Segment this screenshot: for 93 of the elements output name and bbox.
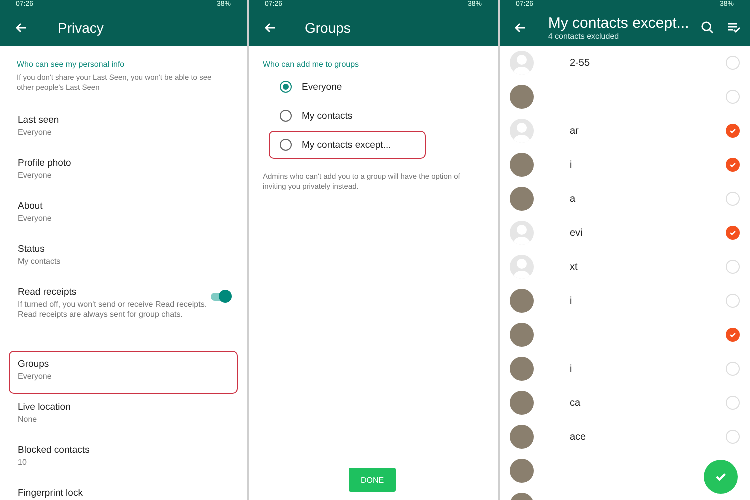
settings-item[interactable]: Fingerprint lock bbox=[9, 480, 238, 500]
select-checkbox[interactable] bbox=[726, 158, 740, 172]
setting-label: About bbox=[18, 201, 44, 212]
contact-name: evi bbox=[570, 228, 584, 238]
photo-placeholder bbox=[510, 323, 534, 347]
select-checkbox[interactable] bbox=[726, 260, 740, 274]
settings-item[interactable]: About Everyone bbox=[9, 193, 238, 236]
select-checkbox[interactable] bbox=[726, 328, 740, 342]
setting-value: If turned off, you won't send or receive Read receipts. Read receipts are always sent for group chats. bbox=[18, 300, 208, 320]
contact-row[interactable]: a bbox=[500, 182, 750, 216]
setting-label: Last seen bbox=[18, 115, 60, 126]
settings-item[interactable]: Status My contacts bbox=[9, 236, 238, 279]
select-checkbox[interactable] bbox=[726, 226, 740, 240]
avatar-icon bbox=[510, 221, 534, 245]
select-checkbox[interactable] bbox=[726, 396, 740, 410]
setting-label: Blocked contacts bbox=[18, 445, 90, 456]
photo-placeholder bbox=[510, 391, 534, 415]
check-icon bbox=[729, 127, 737, 135]
contact-name: 2-55 bbox=[570, 58, 592, 68]
setting-label: Profile photo bbox=[18, 158, 72, 169]
screen-title: My contacts except... bbox=[548, 14, 690, 32]
radio-option[interactable]: Everyone bbox=[269, 73, 426, 101]
section-title: Who can add me to groups bbox=[263, 60, 360, 69]
settings-item[interactable]: Last seen Everyone bbox=[9, 107, 238, 150]
settings-item[interactable]: Live location None bbox=[9, 394, 238, 437]
photo-placeholder bbox=[510, 187, 534, 211]
contact-row[interactable]: ar bbox=[500, 114, 750, 148]
setting-label: Fingerprint lock bbox=[18, 488, 83, 499]
select-checkbox[interactable] bbox=[726, 192, 740, 206]
setting-value: 10 bbox=[18, 458, 28, 468]
contact-row[interactable]: ca bbox=[500, 386, 750, 420]
radio-button[interactable] bbox=[280, 139, 292, 151]
select-checkbox[interactable] bbox=[726, 56, 740, 70]
confirm-button[interactable] bbox=[704, 460, 738, 494]
contact-name: i bbox=[570, 296, 574, 306]
avatar-icon bbox=[510, 119, 534, 143]
settings-item[interactable]: Blocked contacts 10 bbox=[9, 437, 238, 480]
photo-placeholder bbox=[510, 357, 534, 381]
check-icon bbox=[729, 161, 737, 169]
contact-row[interactable]: xt bbox=[500, 250, 750, 284]
screen-title: Privacy bbox=[58, 20, 105, 36]
contact-row[interactable]: i bbox=[500, 148, 750, 182]
photo-placeholder bbox=[510, 289, 534, 313]
contact-row[interactable]: evi bbox=[500, 216, 750, 250]
toggle-switch[interactable] bbox=[211, 293, 229, 301]
contact-name: ca bbox=[570, 398, 582, 408]
radio-button[interactable] bbox=[280, 81, 292, 93]
contact-name: ar bbox=[570, 126, 580, 136]
radio-option[interactable]: My contacts except... bbox=[269, 131, 426, 159]
setting-value: My contacts bbox=[18, 257, 61, 267]
select-checkbox[interactable] bbox=[726, 90, 740, 104]
contact-row[interactable]: i bbox=[500, 352, 750, 386]
photo-placeholder bbox=[510, 459, 534, 483]
excluded-count: 4 contacts excluded bbox=[548, 32, 620, 40]
setting-label: Groups bbox=[18, 359, 50, 370]
radio-button[interactable] bbox=[280, 110, 292, 122]
contact-row[interactable]: 2-55 bbox=[500, 46, 750, 80]
contact-name: i bbox=[570, 160, 574, 170]
contact-name: i bbox=[570, 364, 574, 374]
setting-value: Everyone bbox=[18, 214, 52, 224]
contact-row[interactable]: ace bbox=[500, 420, 750, 454]
contact-name: a bbox=[570, 194, 577, 204]
select-checkbox[interactable] bbox=[726, 430, 740, 444]
setting-value: Everyone bbox=[18, 128, 53, 138]
contact-row[interactable]: i bbox=[500, 284, 750, 318]
setting-value: Everyone bbox=[18, 372, 52, 382]
contact-name: ace bbox=[570, 432, 588, 442]
setting-label: Status bbox=[18, 244, 46, 255]
setting-value: None bbox=[18, 415, 38, 425]
select-checkbox[interactable] bbox=[726, 124, 740, 138]
select-checkbox[interactable] bbox=[726, 362, 740, 376]
photo-placeholder bbox=[510, 425, 534, 449]
photo-placeholder bbox=[510, 85, 534, 109]
contact-name: xt bbox=[570, 262, 579, 272]
search-icon[interactable] bbox=[699, 18, 716, 36]
section-title: Who can see my personal info bbox=[17, 60, 126, 69]
screen-title: Groups bbox=[305, 20, 352, 36]
photo-placeholder bbox=[510, 153, 534, 177]
avatar-icon bbox=[510, 51, 534, 75]
settings-item[interactable]: Read receipts If turned off, you won't send or receive Read receipts. Read receipts are always sent for group chats. bbox=[9, 279, 238, 351]
settings-item[interactable]: Groups Everyone bbox=[9, 351, 238, 394]
option-label: Everyone bbox=[302, 82, 342, 92]
select-checkbox[interactable] bbox=[726, 294, 740, 308]
setting-value: Everyone bbox=[18, 171, 53, 181]
option-label: My contacts bbox=[302, 110, 353, 122]
check-icon bbox=[729, 331, 737, 339]
option-label: My contacts except... bbox=[302, 140, 392, 150]
radio-option[interactable]: My contacts bbox=[269, 102, 426, 130]
settings-item[interactable]: Profile photo Everyone bbox=[9, 150, 238, 193]
setting-label: Read receipts bbox=[18, 287, 78, 298]
check-icon bbox=[729, 229, 737, 237]
avatar-icon bbox=[510, 255, 534, 279]
setting-label: Live location bbox=[18, 402, 71, 413]
